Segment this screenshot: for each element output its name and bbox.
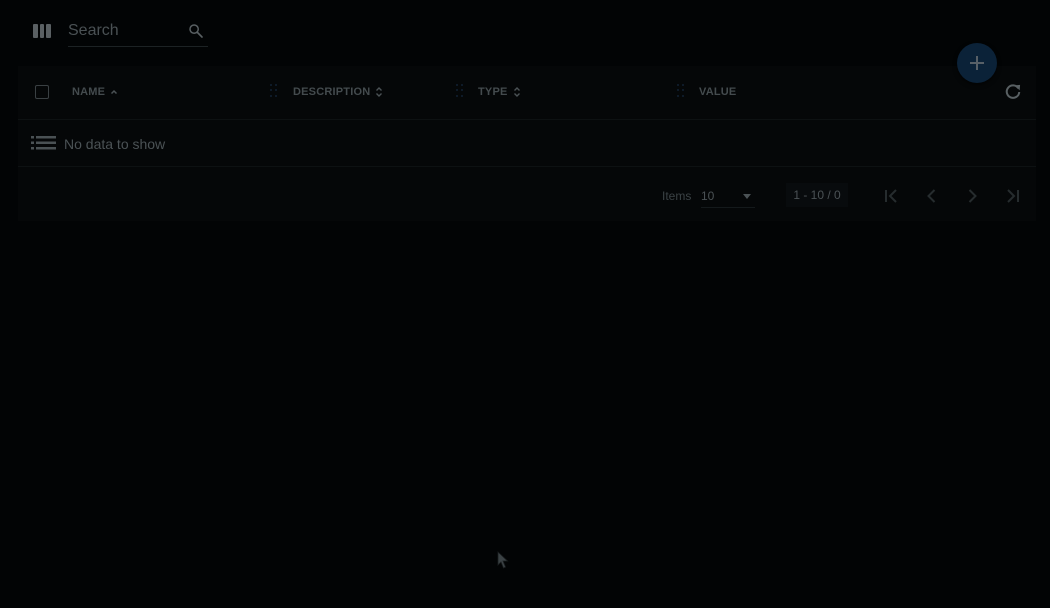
- select-all-checkbox[interactable]: [35, 85, 49, 99]
- items-per-page-label: Items: [662, 189, 692, 203]
- drag-handle-icon[interactable]: [456, 84, 464, 98]
- chevron-left-icon: [927, 189, 936, 203]
- next-page-button[interactable]: [959, 183, 985, 209]
- first-page-button[interactable]: [879, 183, 905, 209]
- chevron-right-icon: [968, 189, 977, 203]
- sort-icon: [376, 87, 383, 97]
- column-header-label: TYPE: [478, 86, 508, 98]
- page-range-text: 1 - 10 / 0: [786, 183, 848, 207]
- table-header-row: NAME DESCRIPTION TYPE VALUE: [18, 66, 1036, 120]
- column-header-description[interactable]: DESCRIPTION: [293, 85, 383, 99]
- column-header-label: DESCRIPTION: [293, 86, 371, 98]
- mouse-pointer-icon: [497, 551, 509, 569]
- drag-handle-icon[interactable]: [677, 84, 685, 98]
- page-size-select[interactable]: 10: [701, 183, 755, 208]
- list-icon: [31, 136, 56, 150]
- search-icon[interactable]: [187, 22, 205, 40]
- data-table: NAME DESCRIPTION TYPE VALUE No data to s…: [18, 66, 1036, 221]
- view-column-icon[interactable]: [33, 24, 52, 38]
- column-header-type[interactable]: TYPE: [478, 85, 521, 99]
- add-button[interactable]: [957, 43, 997, 83]
- table-toolbar: [0, 0, 1050, 60]
- dropdown-arrow-icon: [743, 194, 751, 199]
- search-input[interactable]: [68, 20, 178, 42]
- column-header-label: VALUE: [699, 86, 737, 98]
- refresh-icon[interactable]: [1003, 82, 1023, 102]
- column-header-name[interactable]: NAME: [72, 85, 118, 99]
- sort-ascending-icon: [111, 89, 118, 95]
- pagination-bar: Items 10 1 - 10 / 0: [18, 167, 1036, 221]
- first-page-icon: [885, 189, 897, 203]
- drag-handle-icon[interactable]: [270, 84, 278, 98]
- empty-state-row: No data to show: [18, 120, 1036, 167]
- empty-state-text: No data to show: [64, 136, 166, 152]
- page-size-value: 10: [701, 189, 715, 203]
- previous-page-button[interactable]: [919, 183, 945, 209]
- column-header-label: NAME: [72, 86, 106, 98]
- column-header-value[interactable]: VALUE: [699, 85, 736, 99]
- plus-icon: [970, 56, 984, 70]
- last-page-button[interactable]: [999, 183, 1025, 209]
- last-page-icon: [1007, 189, 1019, 203]
- search-field: [68, 18, 208, 47]
- sort-icon: [513, 87, 520, 97]
